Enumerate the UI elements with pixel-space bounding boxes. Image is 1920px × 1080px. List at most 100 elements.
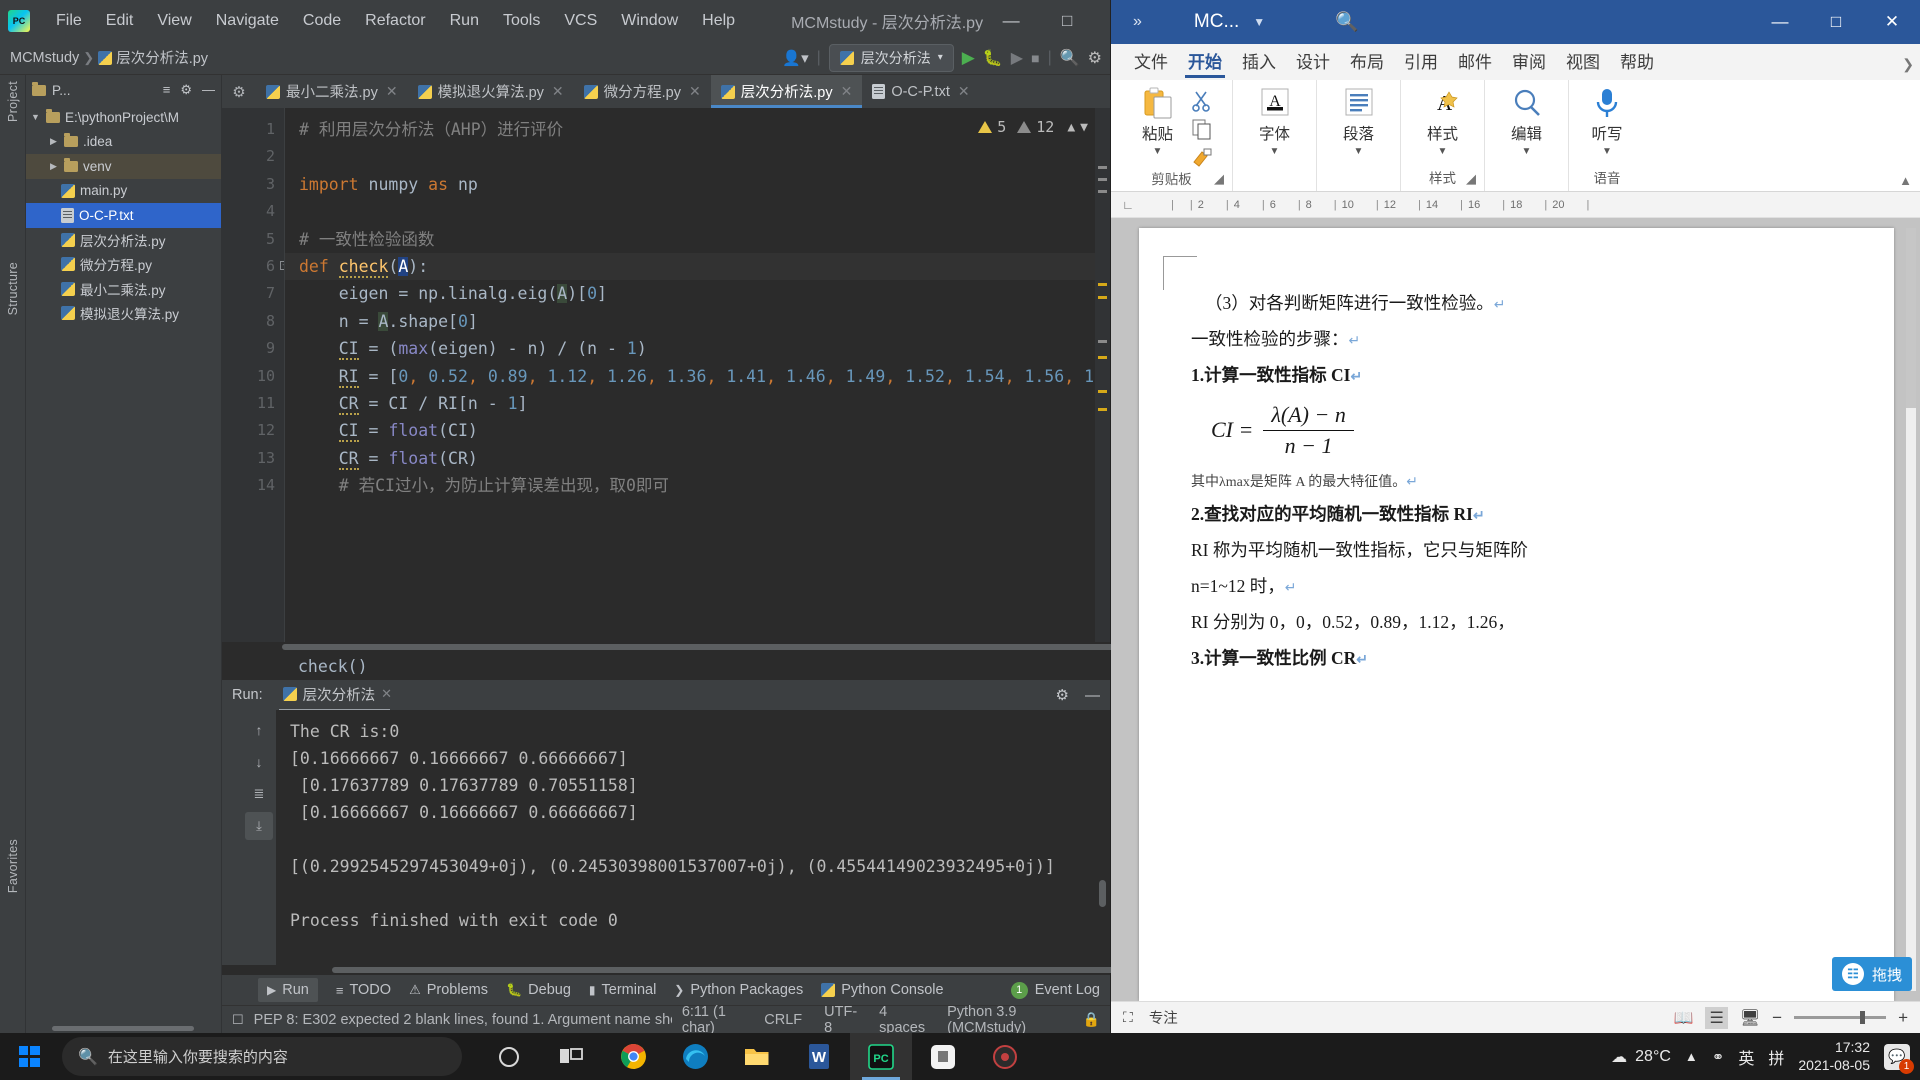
close-session-icon[interactable]: ✕ <box>381 686 392 702</box>
read-mode-icon[interactable]: 📖 <box>1674 1008 1694 1028</box>
ime-mode[interactable]: 拼 <box>1768 1045 1784 1069</box>
menu-tools[interactable]: Tools <box>491 9 552 33</box>
tool-tab-run[interactable]: ▶ Run <box>258 978 318 1002</box>
run-session-tab[interactable]: 层次分析法 ✕ <box>273 680 402 711</box>
close-tab-icon[interactable]: ✕ <box>689 83 701 100</box>
ribbon-tab-home[interactable]: 开始 <box>1179 44 1231 80</box>
close-icon[interactable]: ✕ <box>1864 0 1920 44</box>
cortana-icon[interactable] <box>478 1033 540 1080</box>
breadcrumb-file[interactable]: 层次分析法.py <box>98 47 208 68</box>
chevron-down-icon[interactable]: ▼ <box>1438 146 1448 157</box>
document-area[interactable]: （3）对各判断矩阵进行一致性检验。↵ 一致性检验的步骤：↵ 1.计算一致性指标 … <box>1111 218 1920 1001</box>
chevron-right-icon[interactable]: ▶ <box>48 136 59 147</box>
menu-edit[interactable]: Edit <box>94 9 146 33</box>
tree-item-venv[interactable]: ▶ venv <box>26 154 221 179</box>
clipboard-dialog-launcher-icon[interactable]: ◢ <box>1214 171 1224 187</box>
paste-button[interactable]: 粘贴 ▼ <box>1131 86 1185 157</box>
settings-icon[interactable]: ⚙ <box>180 82 192 98</box>
copy-icon[interactable] <box>1191 118 1213 140</box>
stripe-favorites[interactable]: Favorites <box>6 839 20 893</box>
stop-button[interactable]: ■ <box>1031 50 1039 66</box>
font-button[interactable]: A 字体 ▼ <box>1248 86 1302 157</box>
tab-sa[interactable]: 模拟退火算法.py ✕ <box>408 75 574 108</box>
run-configuration-selector[interactable]: 层次分析法 ▾ <box>829 44 954 72</box>
zoom-out-button[interactable]: − <box>1772 1008 1782 1028</box>
run-button[interactable]: ▶ <box>962 48 975 68</box>
tree-item-ode-py[interactable]: 微分方程.py <box>26 252 221 277</box>
weather-widget[interactable]: ☁ 28°C <box>1611 1047 1671 1067</box>
menu-window[interactable]: Window <box>609 9 690 33</box>
search-icon[interactable]: 🔍 <box>1335 10 1359 34</box>
chevron-down-icon[interactable]: ▼ <box>1602 146 1612 157</box>
document-vertical-scrollbar[interactable] <box>1906 228 1916 991</box>
taskbar-search-box[interactable]: 🔍 在这里输入你要搜索的内容 <box>62 1037 462 1076</box>
chevron-down-icon[interactable]: ▼ <box>30 112 41 122</box>
ime-language[interactable]: 英 <box>1738 1045 1754 1069</box>
file-encoding[interactable]: UTF-8 <box>824 1004 857 1036</box>
maximize-icon[interactable]: □ <box>1039 0 1095 41</box>
styles-dialog-launcher-icon[interactable]: ◢ <box>1466 171 1476 187</box>
menu-view[interactable]: View <box>145 9 203 33</box>
tree-item-ocp-txt[interactable]: O-C-P.txt <box>26 203 221 228</box>
tree-item-idea[interactable]: ▶ .idea <box>26 130 221 155</box>
run-coverage-button[interactable]: ▶ <box>1011 48 1023 68</box>
edge-icon[interactable] <box>664 1033 726 1080</box>
console-vertical-scrollbar[interactable] <box>1099 880 1106 907</box>
styles-button[interactable]: A 样式 ▼ <box>1416 86 1470 157</box>
document-page[interactable]: （3）对各判断矩阵进行一致性检验。↵ 一致性检验的步骤：↵ 1.计算一致性指标 … <box>1139 228 1894 1001</box>
ribbon-overflow-icon[interactable]: ❯ <box>1902 56 1914 73</box>
start-button[interactable] <box>0 1033 58 1080</box>
word-icon[interactable]: W <box>788 1033 850 1080</box>
focus-mode-icon[interactable]: ⛶ <box>1123 1009 1133 1026</box>
menu-navigate[interactable]: Navigate <box>204 9 291 33</box>
tab-ocp-txt[interactable]: O-C-P.txt ✕ <box>862 75 979 108</box>
tool-tab-python-packages[interactable]: ❯ Python Packages <box>674 982 803 998</box>
show-hidden-icons[interactable]: ▲ <box>1685 1049 1698 1064</box>
pycharm-icon[interactable]: PC <box>850 1033 912 1080</box>
wechat-icon[interactable] <box>912 1033 974 1080</box>
ribbon-tab-help[interactable]: 帮助 <box>1611 44 1663 80</box>
tabs-settings-icon[interactable]: ⚙ <box>222 75 256 108</box>
menu-help[interactable]: Help <box>690 9 747 33</box>
horizontal-ruler[interactable]: | |2 |4 |6 |8 |10 |12 |14 |16 |18 <box>1145 199 1920 211</box>
scroll-down-icon[interactable]: ↓ <box>245 748 273 776</box>
event-log-area[interactable]: 1 Event Log <box>1011 982 1110 999</box>
chevron-down-icon[interactable]: ▼ <box>1153 146 1163 157</box>
search-icon[interactable]: 🔍 <box>1060 48 1080 68</box>
ribbon-tab-insert[interactable]: 插入 <box>1233 44 1285 80</box>
user-icon[interactable]: 👤▾ <box>782 49 808 67</box>
print-layout-icon[interactable]: ☰ <box>1705 1007 1727 1029</box>
code-text-area[interactable]: # 利用层次分析法（AHP）进行评价 import numpy as np # … <box>284 108 1110 642</box>
status-inspection-icon[interactable]: ☐ <box>232 1012 244 1028</box>
ribbon-tab-file[interactable]: 文件 <box>1125 44 1177 80</box>
format-painter-icon[interactable] <box>1191 146 1213 168</box>
recorder-icon[interactable] <box>974 1033 1036 1080</box>
close-tab-icon[interactable]: ✕ <box>958 83 970 100</box>
soft-wrap-icon[interactable]: ≣ <box>245 780 273 808</box>
previous-problem-icon[interactable]: ▲ <box>1067 120 1075 135</box>
tree-item-lsq-py[interactable]: 最小二乘法.py <box>26 277 221 302</box>
tree-item-sa-py[interactable]: 模拟退火算法.py <box>26 301 221 326</box>
python-interpreter[interactable]: Python 3.9 (MCMstudy) <box>947 1004 1060 1036</box>
stripe-structure[interactable]: Structure <box>6 262 20 315</box>
ribbon-tab-layout[interactable]: 布局 <box>1341 44 1393 80</box>
tool-tab-problems[interactable]: ⚠ Problems <box>409 982 488 998</box>
menu-code[interactable]: Code <box>291 9 353 33</box>
ribbon-tab-mailings[interactable]: 邮件 <box>1449 44 1501 80</box>
tab-ode[interactable]: 微分方程.py ✕ <box>574 75 711 108</box>
tree-item-ahp-py[interactable]: 层次分析法.py <box>26 228 221 253</box>
project-horizontal-scrollbar[interactable] <box>26 1024 221 1033</box>
next-problem-icon[interactable]: ▼ <box>1080 120 1088 135</box>
caret-position[interactable]: 6:11 (1 char) <box>682 1004 742 1036</box>
notification-center-icon[interactable]: 💬 1 <box>1884 1044 1910 1070</box>
tab-lsq[interactable]: 最小二乘法.py ✕ <box>256 75 408 108</box>
breadcrumb-project[interactable]: MCMstudy <box>10 50 79 66</box>
cut-icon[interactable] <box>1191 90 1213 112</box>
lock-icon[interactable]: 🔒 <box>1083 1011 1100 1028</box>
zoom-slider[interactable] <box>1794 1016 1886 1019</box>
debug-button[interactable]: 🐛 <box>983 48 1003 68</box>
tab-ahp[interactable]: 层次分析法.py ✕ <box>711 75 863 108</box>
chevron-down-icon[interactable]: ▼ <box>1253 15 1265 29</box>
tab-stop-selector-icon[interactable]: ∟ <box>1111 198 1145 212</box>
console-output[interactable]: The CR is:0 [0.16666667 0.16666667 0.666… <box>276 710 1110 965</box>
